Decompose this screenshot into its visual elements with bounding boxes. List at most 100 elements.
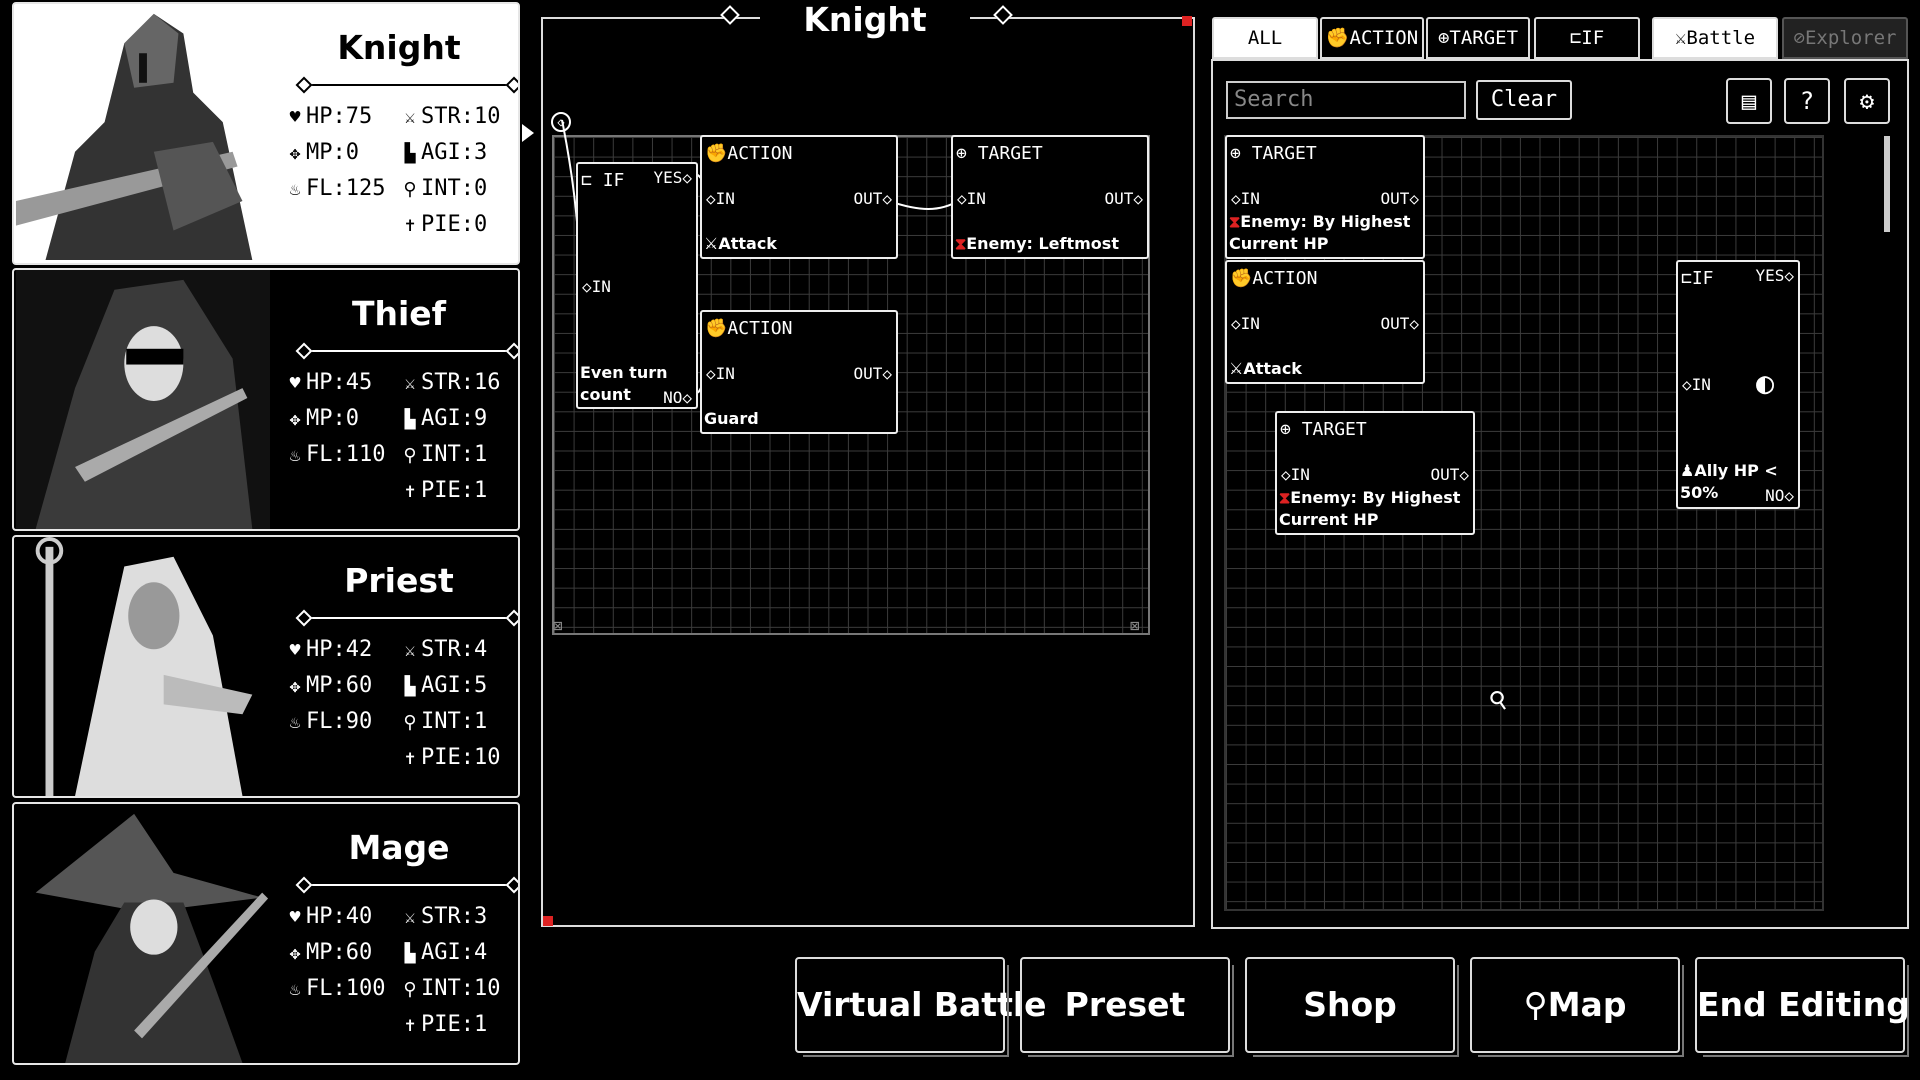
if-node[interactable]: ⊏ IF YES◇ ◇IN Even turn count NO◇ [576, 162, 698, 409]
resize-handle-icon[interactable]: ⊠ [1130, 616, 1140, 635]
stat-int: ⚲ INT:1 [399, 437, 500, 473]
target-icon: ⊕ [1437, 27, 1450, 49]
stat-hp: ♥ HP:40 [284, 899, 385, 935]
action-node-guard[interactable]: ✊ACTION ◇IN OUT◇ Guard [700, 310, 898, 434]
cross-icon: ✝ [404, 748, 416, 769]
crossed-swords-icon: ⚔ [1674, 27, 1687, 49]
stat-mp: ✥ MP:60 [284, 668, 373, 704]
clear-button[interactable]: Clear [1476, 80, 1572, 120]
palette-action-node[interactable]: ✊ACTION ◇IN OUT◇ ⚔Attack [1225, 260, 1425, 384]
condition-line-2: 50% [1680, 483, 1719, 502]
divider [304, 617, 514, 619]
tab-target[interactable]: ⊕TARGET [1426, 17, 1530, 59]
heart-icon: ♥ [289, 373, 301, 394]
palette-target-node[interactable]: ⊕ TARGET ◇IN OUT◇ ⧗Enemy: By Highest Cur… [1225, 135, 1425, 259]
tab-explorer[interactable]: ⊘Explorer [1782, 17, 1908, 59]
input-pin[interactable]: ◇IN [706, 189, 735, 208]
character-card-mage[interactable]: Mage ♥ HP:40 ✥ MP:60 ♨ FL:100 ⚔ STR:3 ▙ AGI:4… [12, 802, 520, 1065]
tab-if[interactable]: ⊏IF [1534, 17, 1640, 59]
condition-line-1: Ally HP < [1694, 461, 1778, 480]
output-pin[interactable]: OUT◇ [1380, 314, 1419, 333]
divider [304, 884, 514, 886]
input-pin[interactable]: ◇IN [582, 277, 611, 296]
output-pin[interactable]: OUT◇ [1104, 189, 1143, 208]
character-name: Mage [348, 828, 450, 867]
output-pin[interactable]: OUT◇ [853, 364, 892, 383]
preset-button[interactable]: Preset [1020, 957, 1234, 1057]
priest-portrait [14, 537, 272, 796]
tab-all[interactable]: ALL [1212, 17, 1318, 59]
sword-icon: ⚔ [404, 640, 416, 661]
boot-icon: ▙ [404, 409, 416, 430]
sword-icon: ⚔ [1229, 359, 1244, 378]
yes-output-pin[interactable]: YES◇ [1755, 266, 1794, 285]
node-header: ACTION [727, 143, 793, 164]
heart-icon: ♥ [289, 640, 301, 661]
tab-action[interactable]: ✊ACTION [1320, 17, 1424, 59]
stat-fl: ♨ FL:90 [284, 704, 373, 740]
sword-icon: ⚔ [404, 107, 416, 128]
compass-icon: ⊘ [1793, 27, 1805, 49]
corner-marker-icon [1182, 16, 1192, 26]
character-card-knight[interactable]: Knight ♥ HP:75 ✥ MP:0 ♨ FL:125 ⚔ STR:10 ▙ AGI… [12, 2, 520, 265]
node-header: ACTION [727, 318, 793, 339]
output-pin[interactable]: OUT◇ [1430, 465, 1469, 484]
action-value: Guard [704, 409, 759, 428]
yes-output-pin[interactable]: YES◇ [653, 168, 692, 187]
palette-if-node[interactable]: ⊏IF YES◇ ◇IN ◐ ♟Ally HP < 50% NO◇ [1676, 260, 1800, 509]
key-icon: ⚲ [403, 979, 417, 1000]
stat-fl: ♨ FL:110 [284, 437, 386, 473]
stat-pie: ✝ PIE:0 [399, 207, 500, 243]
character-card-priest[interactable]: Priest ♥ HP:42 ✥ MP:60 ♨ FL:90 ⚔ STR:4 ▙ AGI:… [12, 535, 520, 798]
input-pin[interactable]: ◇IN [1231, 189, 1260, 208]
search-input[interactable]: Search [1226, 81, 1466, 119]
divider [304, 350, 514, 352]
input-pin[interactable]: ◇IN [706, 364, 735, 383]
mana-icon: ✥ [289, 676, 301, 697]
stat-int: ⚲ INT:10 [399, 971, 500, 1007]
knight-portrait [14, 4, 272, 263]
shop-button[interactable]: Shop [1245, 957, 1459, 1057]
mana-icon: ✥ [289, 943, 301, 964]
character-card-thief[interactable]: Thief ♥ HP:45 ✥ MP:0 ♨ FL:110 ⚔ STR:16 ▙ AGI:… [12, 268, 520, 531]
node-header: IF [602, 170, 625, 191]
stat-agi: ▙ AGI:3 [399, 135, 500, 171]
mana-icon: ✥ [289, 409, 301, 430]
condition-line-2: count [580, 385, 631, 404]
output-pin[interactable]: OUT◇ [1380, 189, 1419, 208]
resize-handle-icon[interactable]: ⊠ [553, 616, 563, 635]
stat-fl: ♨ FL:125 [284, 171, 386, 207]
ally-icon: ♟ [1680, 461, 1695, 480]
stat-int: ⚲ INT:1 [399, 704, 500, 740]
virtual-battle-button[interactable]: Virtual Battle [795, 957, 1047, 1057]
stat-agi: ▙ AGI:9 [399, 401, 500, 437]
key-icon: ⚲ [403, 445, 417, 466]
no-output-pin[interactable]: NO◇ [1765, 486, 1794, 505]
input-pin[interactable]: ◇IN [1682, 375, 1711, 394]
condition-line-1: Even turn [580, 363, 668, 382]
no-output-pin[interactable]: NO◇ [663, 388, 692, 407]
enemy-icon: ⧗ [1279, 488, 1291, 507]
palette-target-node[interactable]: ⊕ TARGET ◇IN OUT◇ ⧗Enemy: By Highest Cur… [1275, 411, 1475, 535]
stat-str: ⚔ STR:16 [399, 365, 501, 401]
input-pin[interactable]: ◇IN [1231, 314, 1260, 333]
output-pin[interactable]: OUT◇ [853, 189, 892, 208]
input-pin[interactable]: ◇IN [957, 189, 986, 208]
target-node-leftmost[interactable]: ⊕ TARGET ◇IN OUT◇ ⧗Enemy: Leftmost [951, 135, 1149, 259]
boot-icon: ▙ [404, 943, 416, 964]
help-icon[interactable]: ? [1784, 78, 1830, 124]
gear-icon[interactable]: ⚙ [1844, 78, 1890, 124]
pin-icon: ⚲ [1523, 985, 1548, 1024]
tab-battle[interactable]: ⚔Battle [1652, 17, 1778, 59]
boot-icon: ▙ [404, 143, 416, 164]
map-button[interactable]: ⚲Map [1470, 957, 1684, 1057]
input-pin[interactable]: ◇IN [1281, 465, 1310, 484]
book-icon[interactable]: ▤ [1726, 78, 1772, 124]
action-value: Attack [1243, 359, 1302, 378]
stat-pie: ✝ PIE:10 [399, 740, 501, 776]
target-icon: ⊕ [956, 143, 967, 164]
key-icon: ⚲ [403, 712, 417, 733]
action-node-attack[interactable]: ✊ACTION ◇IN OUT◇ ⚔Attack [700, 135, 898, 259]
palette-scrollbar[interactable] [1884, 136, 1890, 232]
end-editing-button[interactable]: End Editing [1695, 957, 1910, 1057]
